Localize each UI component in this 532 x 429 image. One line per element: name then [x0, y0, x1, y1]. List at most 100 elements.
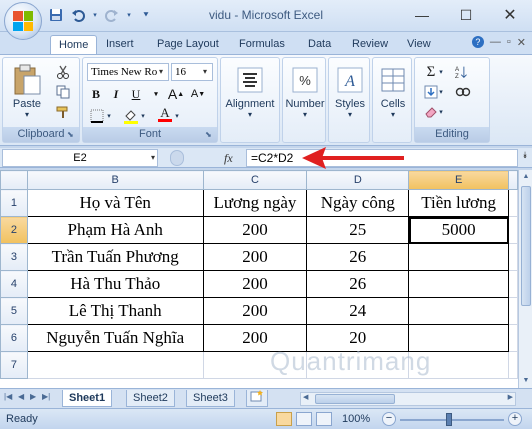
row-header[interactable]: 3 [0, 243, 28, 271]
page-layout-view-icon[interactable] [296, 412, 312, 426]
decrease-font-icon[interactable]: A ▼ [189, 85, 207, 103]
format-painter-icon[interactable] [55, 104, 71, 120]
name-box-dropdown-icon[interactable]: ▾ [151, 150, 155, 166]
cell-C2[interactable]: 200 [202, 216, 308, 244]
row-header[interactable]: 4 [0, 270, 28, 298]
cell-D5[interactable]: 24 [306, 297, 410, 325]
borders-dropdown-icon[interactable]: ▾ [105, 108, 113, 124]
tab-data[interactable]: Data [308, 35, 331, 54]
tab-view[interactable]: View [407, 35, 431, 54]
formula-bar-splitter[interactable] [170, 150, 184, 166]
borders-icon[interactable] [89, 108, 105, 124]
number-group[interactable]: % Number ▾ [282, 57, 326, 143]
zoom-out-icon[interactable]: − [382, 412, 396, 426]
normal-view-icon[interactable] [276, 412, 292, 426]
scroll-left-icon[interactable]: ◀ [303, 393, 308, 401]
cells-group[interactable]: Cells ▾ [372, 57, 412, 143]
cell-E2[interactable]: 5000 [408, 216, 510, 244]
tab-home[interactable]: Home [50, 35, 98, 54]
cell-B5[interactable]: Lê Thị Thanh [26, 297, 204, 325]
clear-dropdown-icon[interactable]: ▾ [437, 104, 445, 120]
scroll-down-icon[interactable]: ▼ [520, 374, 532, 388]
cell-B7[interactable] [26, 351, 204, 379]
sheet-tab-1[interactable]: Sheet1 [62, 390, 113, 407]
font-color-icon[interactable]: A [157, 106, 173, 122]
font-size-combo[interactable]: 16 ▾ [171, 63, 213, 81]
cell-B6[interactable]: Nguyễn Tuấn Nghĩa [26, 324, 204, 352]
alignment-button[interactable]: Alignment ▾ [221, 64, 279, 119]
cell-overflow[interactable] [508, 189, 518, 217]
sheet-tab-3[interactable]: Sheet3 [186, 390, 235, 407]
page-break-view-icon[interactable] [316, 412, 332, 426]
underline-dropdown-icon[interactable]: ▾ [147, 85, 165, 103]
insert-function-icon[interactable]: fx [224, 151, 233, 166]
cell-E5[interactable] [408, 297, 510, 325]
horizontal-scroll-thumb[interactable] [315, 394, 395, 404]
cell-B1[interactable]: Họ và Tên [26, 189, 204, 217]
next-sheet-icon[interactable]: ▶ [30, 392, 36, 401]
cell-D3[interactable]: 26 [306, 243, 410, 271]
paste-button[interactable]: Paste ▾ [7, 64, 47, 119]
tab-insert[interactable]: Insert [106, 35, 134, 54]
help-icon[interactable]: ? [471, 36, 484, 48]
vertical-scrollbar[interactable]: ▲ ▼ [518, 170, 532, 388]
scroll-right-icon[interactable]: ▶ [508, 393, 513, 401]
font-color-dropdown-icon[interactable]: ▾ [173, 108, 181, 124]
cell-overflow[interactable] [508, 324, 518, 352]
cell-E4[interactable] [408, 270, 510, 298]
cells-button[interactable]: Cells ▾ [373, 64, 413, 119]
cell-E1[interactable]: Tiền lương [408, 189, 510, 217]
ribbon-restore-icon[interactable]: ▫ [507, 36, 511, 49]
sort-filter-icon[interactable]: AZ [455, 64, 471, 80]
tab-formulas[interactable]: Formulas [239, 35, 285, 54]
cell-C5[interactable]: 200 [202, 297, 308, 325]
column-header[interactable]: D [306, 170, 410, 190]
row-header[interactable]: 2 [0, 216, 28, 244]
underline-button[interactable]: U [127, 85, 145, 103]
cell-overflow[interactable] [508, 351, 518, 379]
autosum-dropdown-icon[interactable]: ▾ [437, 64, 445, 80]
number-button[interactable]: % Number ▾ [283, 64, 327, 119]
column-header[interactable]: C [202, 170, 308, 190]
clipboard-launcher-icon[interactable]: ⬊ [67, 130, 77, 140]
sheet-tab-2[interactable]: Sheet2 [126, 390, 175, 407]
maximize-icon[interactable]: ☐ [444, 0, 488, 30]
zoom-slider[interactable] [400, 419, 504, 421]
vertical-scroll-thumb[interactable] [521, 186, 531, 306]
minimize-icon[interactable]: — [400, 0, 444, 30]
cell-overflow[interactable] [508, 243, 518, 271]
zoom-level[interactable]: 100% [342, 413, 370, 425]
tab-page-layout[interactable]: Page Layout [157, 35, 219, 54]
cell-C4[interactable]: 200 [202, 270, 308, 298]
find-select-icon[interactable] [455, 84, 471, 100]
cell-overflow[interactable] [508, 216, 518, 244]
styles-button[interactable]: A Styles ▾ [329, 64, 371, 119]
cell-D2[interactable]: 25 [306, 216, 410, 244]
worksheet-grid[interactable]: B C D E 1 Họ và Tên Lương ngày Ngày công… [0, 170, 518, 388]
cell-overflow[interactable] [508, 297, 518, 325]
font-size-dropdown-icon[interactable]: ▾ [199, 65, 211, 79]
italic-button[interactable]: I [107, 85, 125, 103]
row-header[interactable]: 6 [0, 324, 28, 352]
insert-sheet-icon[interactable] [246, 390, 268, 407]
last-sheet-icon[interactable]: ▶| [42, 392, 50, 401]
expand-formula-bar-icon[interactable]: ⯯ [519, 150, 531, 166]
name-box[interactable]: E2 ▾ [2, 149, 158, 167]
ribbon-close-icon[interactable]: ✕ [517, 36, 526, 49]
bold-button[interactable]: B [87, 85, 105, 103]
styles-group[interactable]: A Styles ▾ [328, 57, 370, 143]
row-header[interactable]: 1 [0, 189, 28, 217]
row-header[interactable]: 7 [0, 351, 28, 379]
cell-E3[interactable] [408, 243, 510, 271]
fill-dropdown-icon[interactable]: ▾ [437, 84, 445, 100]
cell-overflow[interactable] [508, 270, 518, 298]
prev-sheet-icon[interactable]: ◀ [18, 392, 24, 401]
select-all-corner[interactable] [0, 170, 28, 190]
row-header[interactable]: 5 [0, 297, 28, 325]
scroll-up-icon[interactable]: ▲ [520, 170, 532, 184]
font-name-dropdown-icon[interactable]: ▾ [155, 65, 167, 79]
paste-dropdown-icon[interactable]: ▾ [7, 110, 47, 119]
zoom-in-icon[interactable]: + [508, 412, 522, 426]
cell-B4[interactable]: Hà Thu Thảo [26, 270, 204, 298]
cell-C1[interactable]: Lương ngày [202, 189, 308, 217]
